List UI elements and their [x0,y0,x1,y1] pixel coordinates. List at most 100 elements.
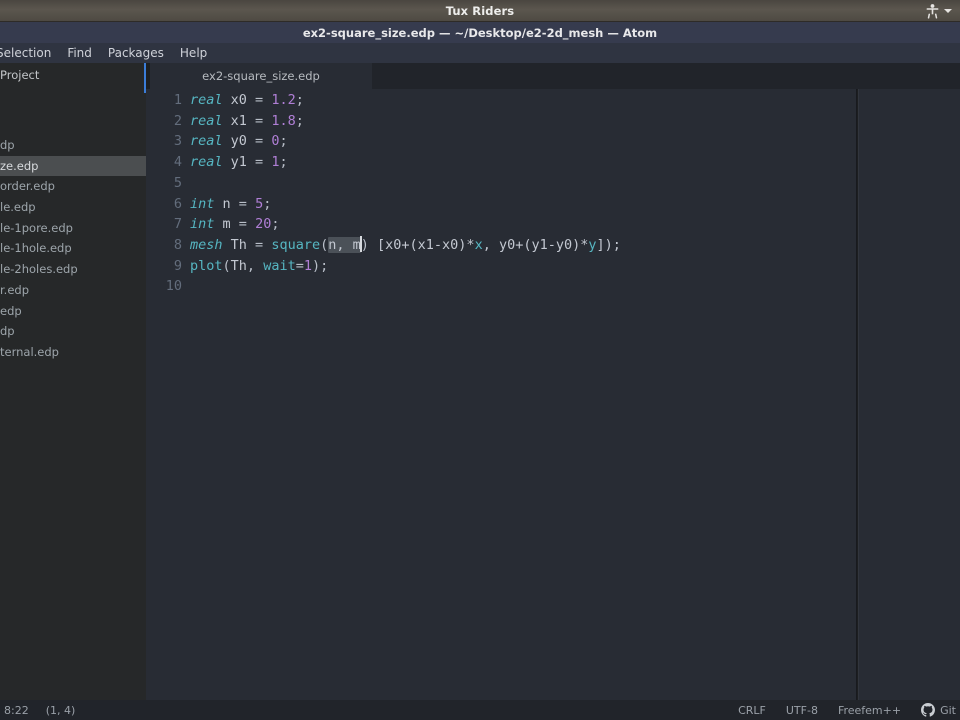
secondary-pane[interactable] [858,89,960,700]
menu-item-find[interactable]: Find [59,43,100,63]
token-variable: y1 [230,154,247,171]
line-number: 5 [173,174,182,191]
text-editor[interactable]: 1 2 3 4 5 6 7 8 9 10 real x0 = 1.2; real… [146,89,857,700]
window-title-bar: ex2-square_size.edp — ~/Desktop/e2-2d_me… [0,22,960,43]
token-semicolon: ; [295,92,304,108]
status-bar-left: 8:22 (1, 4) [0,704,75,717]
code-line-9[interactable]: plot(Th, wait=1); [190,256,328,277]
token-operator: = [246,236,272,253]
token-comma: , [246,257,264,274]
token-operator: = [246,92,272,108]
encoding-selector[interactable]: UTF-8 [786,704,818,717]
code-line-1[interactable]: real x0 = 1.2; [190,90,304,111]
token-semicolon: ; [271,216,280,233]
token-number: 5 [255,195,264,212]
token-semicolon: ; [295,112,304,129]
tree-item-file[interactable]: edp [0,301,146,322]
line-number: 8 [173,236,182,253]
tree-item-file[interactable]: dp [0,135,146,156]
token-semicolon: ; [279,133,288,150]
code-line-2[interactable]: real x1 = 1.8; [190,111,304,132]
token-paren-open: ( [222,257,231,274]
token-function: plot [190,257,223,274]
system-bar-indicators[interactable] [926,0,952,22]
line-number: 2 [173,112,182,129]
token-parameter: wait [263,257,296,274]
token-variable: y0 [230,133,247,150]
editor-selection[interactable]: n, m [328,236,361,253]
line-ending-selector[interactable]: CRLF [738,704,766,717]
token-semicolon: ; [263,195,272,212]
window-title: ex2-square_size.edp — ~/Desktop/e2-2d_me… [302,25,658,40]
token-keyword: mesh [190,236,223,253]
status-bar: 8:22 (1, 4) CRLF UTF-8 Freefem++ Git [0,700,960,720]
token-keyword: real [190,154,223,171]
token-operator: = [295,257,304,274]
token-number: 20 [255,216,272,233]
token-operator: = [246,154,272,171]
line-number: 6 [173,195,182,212]
tab-label: ex2-square_size.edp [202,69,320,83]
token-operator: = [230,216,256,233]
tree-view-sidebar[interactable]: Project dp ze.edp order.edp le.edp le-1p… [0,63,146,700]
token-variable: Th [230,257,247,274]
line-number: 7 [173,216,182,233]
token-variable: x1 [230,112,247,129]
tree-item-file[interactable]: dp [0,321,146,342]
tree-item-file[interactable]: le-1hole.edp [0,238,146,259]
grammar-selector[interactable]: Freefem++ [838,704,901,717]
token-keyword: int [190,195,215,212]
token-keyword: real [190,92,223,108]
token-paren-open: ( [320,236,329,253]
tree-item-file-selected[interactable]: ze.edp [0,155,146,177]
git-branch-status[interactable]: Git [921,703,956,717]
menu-item-help[interactable]: Help [172,43,215,63]
tree-item-file[interactable]: le.edp [0,197,146,218]
code-line-8[interactable]: mesh Th = square(n, m) [x0+(x1-x0)*x, y0… [190,235,621,256]
token-number: 1.2 [271,92,296,108]
cursor-position[interactable]: (1, 4) [46,704,76,717]
code-line-4[interactable]: real y1 = 1; [190,152,288,173]
token-function: square [271,236,321,253]
token-operator: = [246,133,272,150]
token-keyword: real [190,112,223,129]
tree-item-file[interactable]: ternal.edp [0,342,146,363]
line-number: 10 [165,278,182,295]
token-keyword: int [190,216,215,233]
tree-item-file[interactable]: order.edp [0,176,146,197]
tree-item-file[interactable]: le-1pore.edp [0,218,146,239]
accessibility-person-icon[interactable] [926,3,939,19]
token-operator: = [230,195,256,212]
tab-ex2-square-size[interactable]: ex2-square_size.edp [150,63,372,89]
chevron-down-icon[interactable] [944,9,952,13]
token-semicolon: ; [279,154,288,171]
token-variable: n [222,195,231,212]
token-coord-x: x [474,236,483,253]
code-content[interactable]: real x0 = 1.2; real x1 = 1.8; real y0 = … [190,89,856,700]
token-variable: Th [230,236,247,253]
tree-item-file[interactable]: r.edp [0,280,146,301]
token-expression: , y0+(y1-y0)* [482,236,589,253]
tab-bar[interactable]: ex2-square_size.edp [146,63,960,89]
token-variable: m [222,216,231,233]
menu-item-selection[interactable]: Selection [0,43,59,63]
menu-item-packages[interactable]: Packages [100,43,172,63]
token-paren-close: ); [311,257,329,274]
token-number: 1.8 [271,112,296,129]
line-number: 4 [173,154,182,171]
file-position[interactable]: 8:22 [4,704,29,717]
code-line-3[interactable]: real y0 = 0; [190,131,288,152]
tree-item-file[interactable]: le-2holes.edp [0,259,146,280]
token-number: 1 [303,257,312,274]
token-expression: [x0+(x1-x0)* [368,236,475,253]
git-label[interactable]: Git [940,704,956,717]
workspace: Project dp ze.edp order.edp le.edp le-1p… [0,63,960,700]
project-file-list[interactable]: dp ze.edp order.edp le.edp le-1pore.edp … [0,135,146,363]
token-expression-end: ]); [596,236,621,253]
github-icon[interactable] [921,703,936,717]
code-line-6[interactable]: int n = 5; [190,194,271,215]
line-number: 3 [173,133,182,150]
menu-bar[interactable]: Selection Find Packages Help [0,43,960,63]
line-number-gutter: 1 2 3 4 5 6 7 8 9 10 [146,89,190,700]
code-line-7[interactable]: int m = 20; [190,214,279,235]
